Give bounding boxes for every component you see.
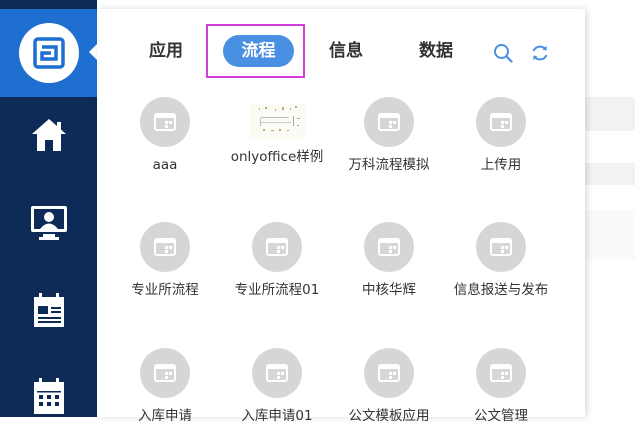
app-label: 万科流程模拟 bbox=[348, 157, 430, 173]
app-label: 上传用 bbox=[480, 157, 522, 173]
sidebar-item-home[interactable] bbox=[0, 105, 97, 165]
app-label: aaa bbox=[152, 157, 178, 173]
background-row bbox=[585, 163, 635, 185]
sidebar bbox=[0, 0, 98, 417]
sidebar-item-calendar[interactable] bbox=[0, 366, 97, 426]
calendar-icon bbox=[33, 378, 64, 414]
background-row bbox=[585, 97, 635, 131]
app-label: 专业所流程 bbox=[131, 282, 199, 298]
sidebar-item-desktop[interactable] bbox=[0, 193, 97, 253]
app-form-icon bbox=[364, 97, 414, 147]
app-item[interactable]: onlyoffice样例 bbox=[221, 97, 333, 167]
app-form-icon bbox=[252, 222, 302, 272]
monitor-user-icon bbox=[30, 206, 67, 240]
app-label: 入库申请01 bbox=[241, 408, 313, 424]
active-tab-highlight: 流程 bbox=[206, 24, 305, 78]
onlyoffice-thumbnail-icon bbox=[249, 104, 305, 140]
app-item[interactable]: 公文模板应用 bbox=[333, 348, 445, 426]
app-label: onlyoffice样例 bbox=[230, 149, 324, 165]
app-label: 入库申请 bbox=[138, 408, 192, 424]
app-form-icon bbox=[140, 348, 190, 398]
app-launcher-panel: 应用 流程 信息 数据 aaa onlyoffice样例 万科流程模拟 上传用 … bbox=[97, 9, 585, 424]
app-item[interactable]: 专业所流程01 bbox=[221, 222, 333, 300]
calendar-note-icon bbox=[33, 293, 64, 327]
app-form-icon bbox=[364, 222, 414, 272]
app-form-icon bbox=[476, 348, 526, 398]
app-form-icon bbox=[140, 222, 190, 272]
app-form-icon bbox=[252, 348, 302, 398]
app-item[interactable]: 信息报送与发布 bbox=[445, 222, 557, 300]
app-label: 专业所流程01 bbox=[234, 282, 320, 298]
app-item[interactable]: 上传用 bbox=[445, 97, 557, 175]
app-item[interactable]: 专业所流程 bbox=[109, 222, 221, 300]
app-item[interactable]: 入库申请01 bbox=[221, 348, 333, 426]
tab-info[interactable]: 信息 bbox=[329, 39, 363, 63]
app-form-icon bbox=[364, 348, 414, 398]
app-item[interactable]: 公文管理 bbox=[445, 348, 557, 426]
app-logo-icon bbox=[18, 23, 79, 83]
tab-apps[interactable]: 应用 bbox=[149, 39, 183, 63]
home-icon bbox=[31, 119, 66, 151]
app-label: 中核华辉 bbox=[362, 282, 416, 298]
sidebar-logo-area[interactable] bbox=[0, 9, 97, 97]
app-item[interactable]: aaa bbox=[109, 97, 221, 175]
app-label: 公文管理 bbox=[474, 408, 528, 424]
app-label: 信息报送与发布 bbox=[453, 282, 549, 298]
background-row bbox=[585, 210, 635, 260]
app-item[interactable]: 万科流程模拟 bbox=[333, 97, 445, 175]
app-item[interactable]: 入库申请 bbox=[109, 348, 221, 426]
app-label: 公文模板应用 bbox=[348, 408, 430, 424]
refresh-icon[interactable] bbox=[530, 43, 550, 63]
search-icon[interactable] bbox=[493, 43, 513, 63]
tab-data[interactable]: 数据 bbox=[419, 39, 453, 63]
sidebar-item-notes[interactable] bbox=[0, 281, 97, 341]
tab-process[interactable]: 流程 bbox=[223, 35, 294, 67]
app-form-icon bbox=[140, 97, 190, 147]
tab-bar: 应用 流程 信息 数据 bbox=[97, 9, 585, 89]
app-form-icon bbox=[476, 222, 526, 272]
app-form-icon bbox=[476, 97, 526, 147]
app-item[interactable]: 中核华辉 bbox=[333, 222, 445, 300]
